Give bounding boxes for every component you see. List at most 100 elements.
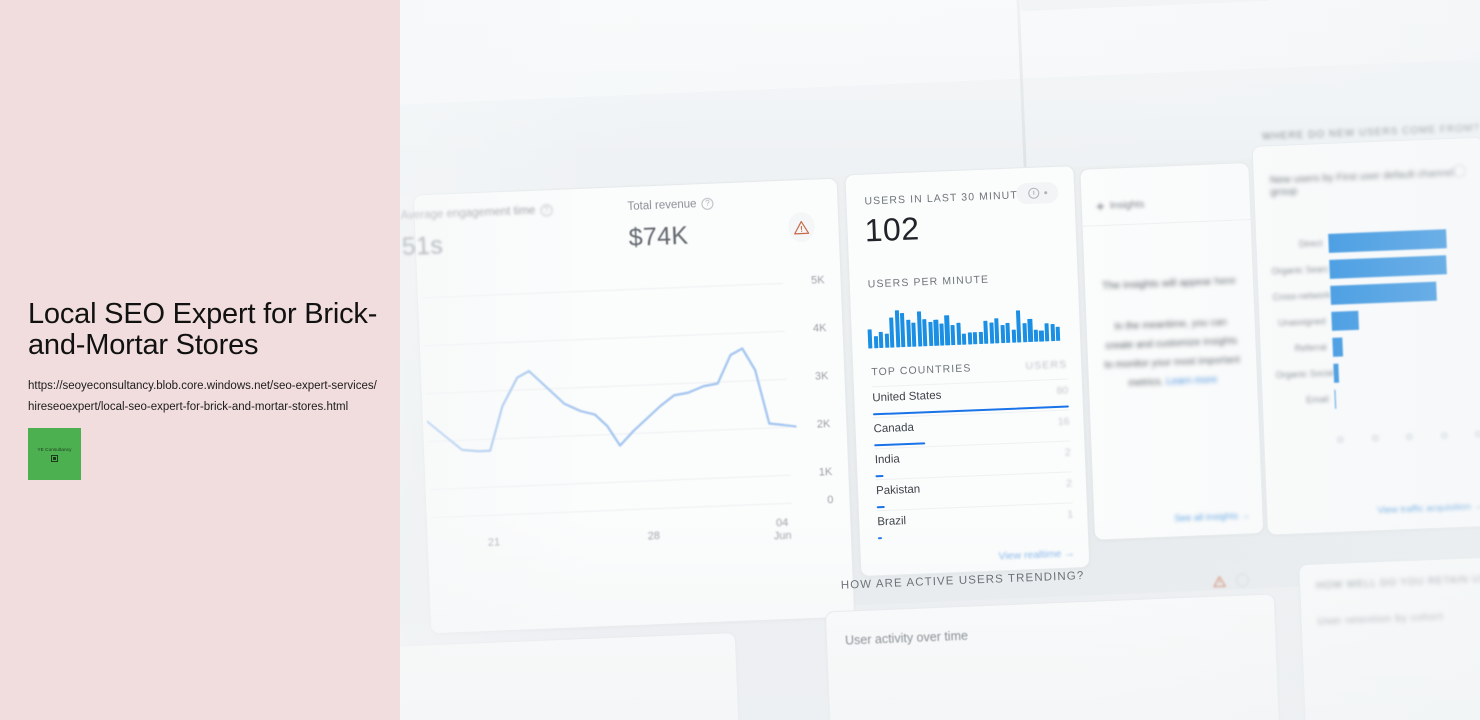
sparkline-bar (1033, 329, 1039, 342)
screenshot-stage: Average engagement time ? 51s Total reve… (0, 0, 1480, 720)
trend-card-icons (1213, 573, 1250, 588)
sparkline-bar (1016, 310, 1022, 343)
x-tick: 28 (647, 530, 661, 543)
logo-mark-icon (51, 454, 58, 462)
insights-body: The insights will appear here In the mea… (1099, 272, 1244, 395)
insights-card: Insights The insights will appear here I… (1079, 162, 1265, 541)
sparkline-bar (961, 334, 967, 345)
y-tick: 5K (810, 274, 825, 287)
sparkline-bar (873, 335, 879, 349)
warning-triangle-icon[interactable] (1213, 575, 1226, 588)
metrics-row: Average engagement time ? 51s Total reve… (400, 193, 839, 274)
y-tick: 4K (812, 322, 827, 335)
bar-label: Referral (1294, 342, 1327, 354)
trend-title: User activity over time (844, 628, 969, 648)
sparkline-bar (989, 322, 995, 344)
sparkline-bar (978, 331, 984, 345)
country-row[interactable]: Brazil 1 (876, 502, 1074, 542)
y-tick: 2K (816, 418, 831, 431)
y-tick: 3K (814, 370, 829, 383)
dashboard-photo-background: Average engagement time ? 51s Total reve… (400, 0, 1480, 720)
sparkline-bar (884, 333, 890, 348)
sparkline-bar (972, 331, 978, 345)
logo-badge[interactable]: YE Consultancy (28, 428, 81, 480)
metrics-card: Average engagement time ? 51s Total reve… (400, 177, 856, 635)
logo-text: YE Consultancy (37, 446, 72, 452)
sparkline-bar (955, 322, 961, 345)
sessions-line-chart: 5K 4K 3K 2K 1K 0 21 28 04 Jun (421, 274, 843, 589)
metric-label-text: Total revenue (627, 198, 697, 214)
top-countries-label: TOP COUNTRIES (871, 362, 972, 379)
y-tick: 0 (827, 494, 834, 507)
country-bar (877, 537, 882, 540)
question-icon[interactable]: ? (540, 204, 553, 217)
y-tick: 1K (818, 466, 833, 479)
sparkline-bar (1027, 318, 1033, 343)
bar-label: Unassigned (1277, 316, 1326, 329)
top-countries-header: TOP COUNTRIES USERS (871, 359, 1067, 379)
sparkline-bar (1011, 329, 1017, 343)
bars-footer-link[interactable]: View traffic acquisition → (1377, 501, 1480, 516)
user-retention-card: HOW WELL DO YOU RETAIN USERS? User reten… (1298, 553, 1480, 720)
page-title: Local SEO Expert for Brick-and-Mortar St… (28, 298, 378, 361)
sparkline-bar (944, 315, 950, 346)
page-url[interactable]: https://seoyeconsultancy.blob.core.windo… (28, 376, 380, 418)
sparkline-bar (1055, 326, 1061, 341)
sparkline-bar (1044, 322, 1050, 342)
metric-value: $74K (628, 221, 689, 253)
country-bar (875, 474, 884, 478)
bar-fill (1330, 281, 1437, 305)
question-icon[interactable] (1235, 573, 1250, 587)
sparkline-bar (950, 324, 956, 346)
users-column-label: USERS (1025, 358, 1068, 373)
bar-label: Organic Social (1275, 367, 1334, 381)
sparkline-bar (889, 317, 895, 348)
bar-fill (1329, 254, 1447, 279)
sparkline-bar (905, 319, 912, 347)
bar-label: Email (1306, 394, 1329, 405)
bars-title: New users by First user default channel … (1269, 166, 1455, 199)
bar-label: Direct (1298, 238, 1323, 250)
line-chart-series (425, 347, 797, 453)
realtime-clock-button[interactable] (1015, 181, 1059, 205)
question-icon[interactable]: ? (701, 197, 714, 211)
country-name: India (874, 453, 901, 467)
bottom-left-card (400, 632, 741, 720)
metric-label: Total revenue ? (627, 197, 714, 214)
insights-header-label: Insights (1109, 199, 1145, 212)
sparkline-bar (939, 323, 945, 346)
warning-badge[interactable] (787, 211, 816, 243)
sparkline-bar (1050, 323, 1055, 342)
users-per-minute-sparkline (866, 293, 1061, 349)
realtime-users-label: USERS IN LAST 30 MINUTES (864, 188, 1035, 208)
bar-label: Organic Search (1271, 263, 1330, 277)
bar-fill (1334, 389, 1337, 409)
insights-divider (1082, 219, 1251, 227)
sparkline-bar (922, 319, 928, 347)
user-activity-card: HOW ARE ACTIVE USERS TRENDING? User acti… (824, 570, 1281, 720)
realtime-users-value: 102 (863, 210, 921, 249)
warning-triangle-icon (794, 220, 810, 234)
bars-area: Direct Organic Search Cross-network Unassig… (1270, 224, 1480, 432)
sparkline-bar (1039, 330, 1044, 342)
metric-label: Average engagement time ? (400, 204, 553, 222)
bar-fill (1333, 363, 1339, 383)
sparkline-bar (867, 329, 873, 349)
country-users: 2 (1065, 477, 1073, 490)
insights-learn-more-link[interactable]: Learn more (1166, 375, 1218, 388)
insights-footer-link[interactable]: See all insights → (1174, 510, 1250, 524)
sparkline-bar (967, 332, 972, 345)
left-info-panel: Local SEO Expert for Brick-and-Mortar St… (0, 0, 400, 720)
sparkline-bar (916, 311, 923, 347)
sparkle-icon (1096, 202, 1105, 211)
clock-icon (1027, 187, 1039, 199)
bar-label: Cross-network (1272, 289, 1331, 303)
x-tick: 04 Jun (773, 516, 792, 543)
insights-headline: The insights will appear here (1101, 274, 1237, 293)
bars-axis (1336, 429, 1480, 444)
bar-fill (1328, 228, 1447, 253)
view-realtime-link[interactable]: View realtime → (998, 547, 1075, 562)
country-users: 1 (1067, 508, 1074, 521)
x-tick: 21 (487, 536, 501, 549)
sparkline-bar (994, 318, 1000, 344)
